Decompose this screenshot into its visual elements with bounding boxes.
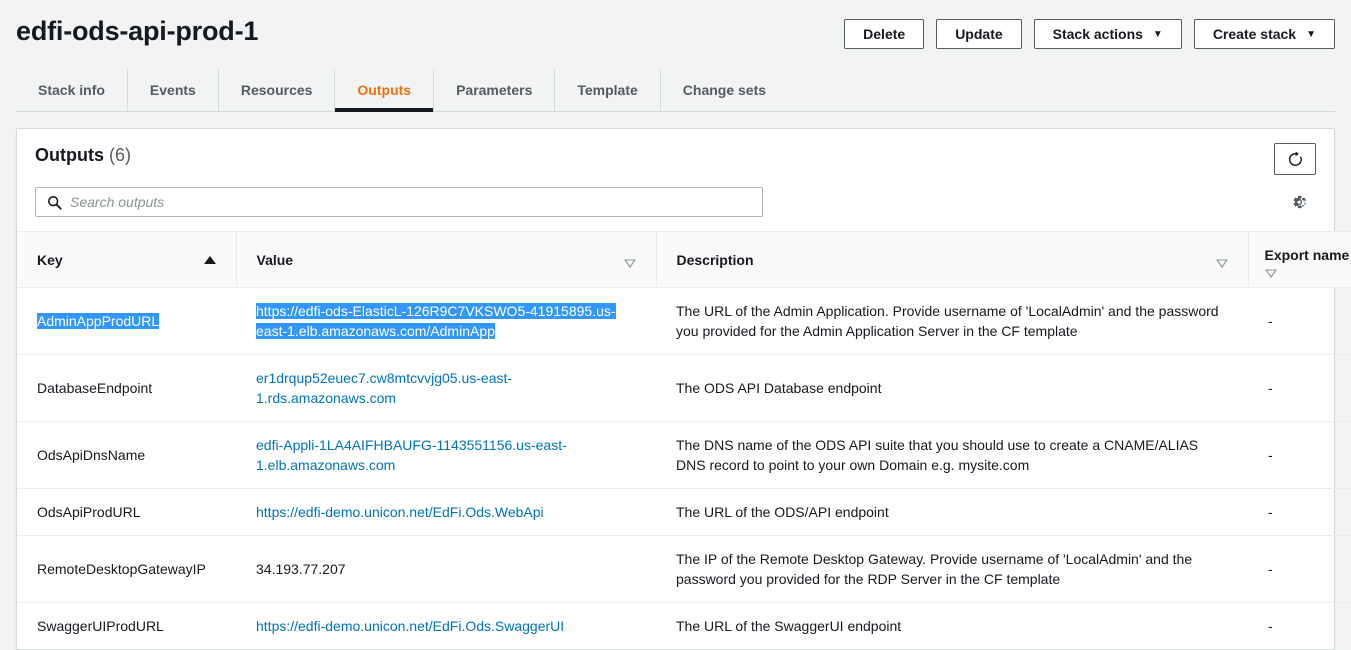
cell-description: The IP of the Remote Desktop Gateway. Pr…	[656, 535, 1248, 603]
sort-descending-icon	[623, 255, 636, 268]
chevron-down-icon: ▼	[1152, 29, 1163, 40]
tab-outputs[interactable]: Outputs	[335, 69, 435, 112]
update-button-label: Update	[955, 26, 1003, 42]
column-header-key-label: Key	[37, 251, 63, 268]
cell-export-name: -	[1248, 488, 1351, 536]
cell-description: The URL of the Admin Application. Provid…	[656, 287, 1248, 355]
key-text-selected: AdminAppProdURL	[37, 313, 160, 329]
column-header-value[interactable]: Value	[235, 231, 656, 288]
tab-label: Outputs	[357, 82, 412, 98]
search-icon	[47, 195, 62, 210]
chevron-down-icon: ▼	[1306, 29, 1316, 40]
column-header-description-label: Description	[676, 251, 754, 268]
cell-export-name: -	[1248, 535, 1351, 603]
outputs-heading: Outputs (6)	[35, 143, 131, 167]
outputs-toolbar	[17, 175, 1334, 231]
tab-list: Stack info Events Resources Outputs Para…	[16, 69, 1335, 112]
tab-label: Change sets	[682, 82, 767, 98]
value-text: 34.193.77.207	[256, 561, 346, 577]
table-row[interactable]: AdminAppProdURL https://edfi-ods-Elastic…	[17, 287, 1351, 355]
table-row[interactable]: OdsApiProdURL https://edfi-demo.unicon.n…	[17, 488, 1351, 536]
outputs-panel: Outputs (6) Search outputs Key Value Des…	[16, 128, 1351, 650]
tabs-container: Stack info Events Resources Outputs Para…	[0, 69, 1351, 112]
delete-button[interactable]: Delete	[844, 19, 925, 49]
tab-label: Resources	[240, 82, 313, 98]
value-link[interactable]: https://edfi-demo.unicon.net/EdFi.Ods.We…	[256, 504, 544, 520]
cell-value: 34.193.77.207	[236, 535, 656, 603]
tab-label: Template	[577, 82, 638, 98]
cell-key: OdsApiDnsName	[17, 421, 236, 489]
cell-description: The URL of the SwaggerUI endpoint	[676, 618, 902, 634]
update-button[interactable]: Update	[936, 19, 1022, 49]
cell-export-name: -	[1248, 354, 1351, 422]
cell-key: OdsApiProdURL	[17, 488, 236, 536]
table-head: Key Value Description Export name	[17, 231, 1351, 288]
tab-stack-info[interactable]: Stack info	[16, 69, 128, 111]
table-row[interactable]: DatabaseEndpoint er1drqup52euec7.cw8mtcv…	[17, 354, 1351, 422]
cell-key: SwaggerUIProdURL	[37, 618, 164, 634]
value-link[interactable]: er1drqup52euec7.cw8mtcvvjg05.us-east-1.r…	[256, 370, 512, 406]
tab-label: Parameters	[456, 82, 533, 98]
value-link-selected[interactable]: https://edfi-ods-ElasticL-126R9C7VKSWO5-…	[256, 303, 616, 339]
gear-icon	[1293, 195, 1306, 209]
column-header-key[interactable]: Key	[17, 231, 236, 288]
table-row[interactable]: OdsApiDnsName edfi-Appli-1LA4AIFHBAUFG-1…	[17, 421, 1351, 489]
tab-parameters[interactable]: Parameters	[434, 69, 556, 111]
tab-events[interactable]: Events	[128, 69, 219, 111]
stack-actions-button-label: Stack actions	[1052, 26, 1143, 42]
sort-descending-icon	[1215, 255, 1228, 268]
cell-value[interactable]: https://edfi-demo.unicon.net/EdFi.Ods.We…	[236, 488, 656, 536]
column-header-export-name[interactable]: Export name	[1247, 231, 1351, 288]
settings-button[interactable]	[1286, 189, 1312, 215]
tab-resources[interactable]: Resources	[219, 69, 336, 111]
refresh-icon	[1288, 151, 1302, 166]
sort-ascending-icon	[203, 255, 216, 264]
table-body: AdminAppProdURL https://edfi-ods-Elastic…	[17, 287, 1351, 650]
cell-export-name: -	[1248, 287, 1351, 355]
cell-description: The DNS name of the ODS API suite that y…	[656, 421, 1248, 489]
tab-change-sets[interactable]: Change sets	[661, 69, 788, 111]
search-outputs-box[interactable]	[35, 187, 763, 217]
outputs-panel-header: Outputs (6)	[17, 129, 1334, 175]
cell-key: DatabaseEndpoint	[17, 354, 236, 422]
table-header-row: Key Value Description Export name	[17, 231, 1351, 288]
outputs-count: (6)	[109, 145, 132, 165]
cell-description: The URL of the ODS/API endpoint	[656, 488, 1248, 536]
value-link[interactable]: https://edfi-demo.unicon.net/EdFi.Ods.Sw…	[256, 618, 564, 634]
cell-value[interactable]: https://edfi-demo.unicon.net/EdFi.Ods.Sw…	[236, 603, 656, 650]
tab-label: Events	[149, 82, 196, 98]
cell-export-name: -	[1248, 421, 1351, 489]
search-input[interactable]	[70, 194, 762, 210]
cell-value[interactable]: er1drqup52euec7.cw8mtcvvjg05.us-east-1.r…	[236, 354, 656, 422]
stack-actions-button[interactable]: Stack actions ▼	[1033, 19, 1182, 49]
cell-export-name: -	[1268, 618, 1273, 634]
create-stack-button[interactable]: Create stack ▼	[1193, 19, 1335, 49]
cell-key: AdminAppProdURL	[17, 287, 236, 355]
tab-template[interactable]: Template	[555, 69, 661, 111]
column-header-description[interactable]: Description	[655, 231, 1248, 288]
outputs-table: Key Value Description Export name AdminA…	[17, 231, 1351, 649]
table-row[interactable]: SwaggerUIProdURL https://edfi-demo.unico…	[17, 603, 1351, 650]
outputs-heading-text: Outputs	[35, 145, 104, 165]
table-row[interactable]: RemoteDesktopGatewayIP 34.193.77.207 The…	[17, 535, 1351, 603]
page-header: edfi-ods-api-prod-1 Delete Update Stack …	[0, 0, 1351, 49]
cell-description: The ODS API Database endpoint	[656, 354, 1248, 422]
create-stack-button-label: Create stack	[1212, 26, 1297, 42]
column-header-export-name-label: Export name	[1264, 247, 1350, 263]
column-header-value-label: Value	[256, 251, 294, 268]
delete-button-label: Delete	[863, 26, 906, 42]
cell-value[interactable]: https://edfi-ods-ElasticL-126R9C7VKSWO5-…	[236, 287, 656, 355]
sort-descending-icon	[1264, 264, 1277, 278]
refresh-button[interactable]	[1274, 143, 1316, 175]
header-actions: Delete Update Stack actions ▼ Create sta…	[844, 14, 1335, 49]
cell-value[interactable]: edfi-Appli-1LA4AIFHBAUFG-1143551156.us-e…	[236, 421, 656, 489]
value-link[interactable]: edfi-Appli-1LA4AIFHBAUFG-1143551156.us-e…	[256, 437, 567, 473]
tab-label: Stack info	[38, 82, 105, 98]
page-title: edfi-ods-api-prod-1	[16, 16, 259, 46]
cell-key: RemoteDesktopGatewayIP	[17, 535, 236, 603]
